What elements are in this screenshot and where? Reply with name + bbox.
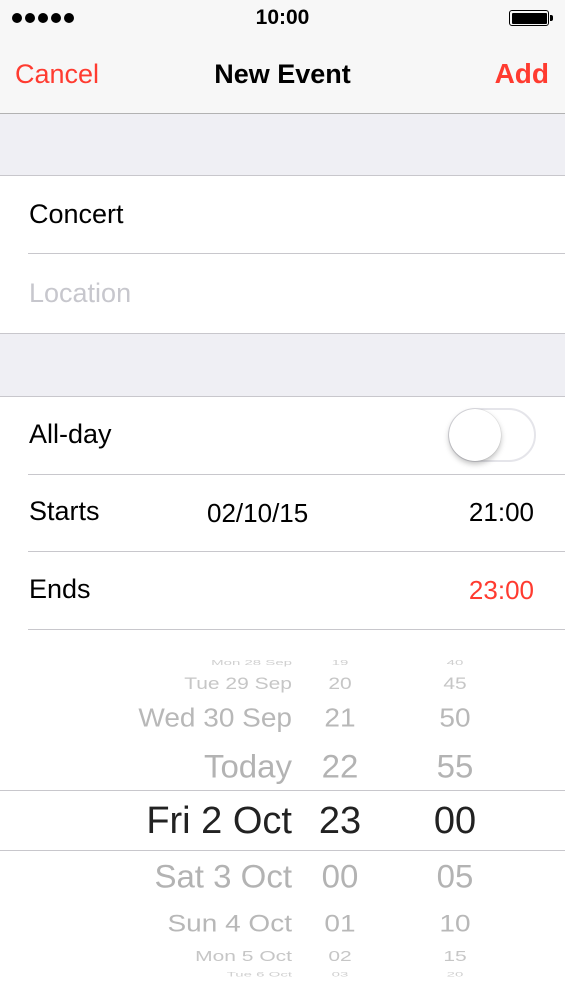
picker-date-option[interactable]: Mon 5 Oct <box>195 949 292 966</box>
picker-minute-selected[interactable]: 00 <box>405 800 505 843</box>
picker-hour-option[interactable]: 19 <box>300 658 380 667</box>
picker-date-option[interactable]: Wed 30 Sep <box>138 703 292 732</box>
status-bar: 10:00 <box>0 0 565 36</box>
picker-date-option[interactable]: Tue 29 Sep <box>184 674 292 693</box>
picker-hour-option[interactable]: 22 <box>300 749 380 786</box>
ends-label: Ends <box>29 574 91 604</box>
picker-date-option[interactable]: Mon 28 Sep <box>211 658 292 667</box>
picker-hour-option[interactable]: 00 <box>300 859 380 896</box>
picker-hour-column[interactable]: 19 20 21 22 23 00 01 02 03 <box>300 648 380 978</box>
picker-minute-option[interactable]: 50 <box>405 703 505 732</box>
picker-hour-option[interactable]: 21 <box>300 703 380 732</box>
cancel-button[interactable]: Cancel <box>15 59 99 90</box>
picker-hour-option[interactable]: 03 <box>300 971 380 978</box>
row-separator <box>28 629 565 630</box>
picker-date-column[interactable]: Mon 28 Sep Tue 29 Sep Wed 30 Sep Today F… <box>30 648 292 978</box>
all-day-label: All-day <box>29 419 112 449</box>
picker-hour-option[interactable]: 20 <box>300 674 380 693</box>
picker-minute-option[interactable]: 55 <box>405 749 505 786</box>
title-row[interactable] <box>0 176 565 254</box>
picker-date-selected[interactable]: Fri 2 Oct <box>146 800 292 843</box>
date-time-picker[interactable]: Mon 28 Sep Tue 29 Sep Wed 30 Sep Today F… <box>0 648 565 978</box>
picker-date-option[interactable]: Tue 6 Oct <box>227 971 292 978</box>
navigation-bar: Cancel New Event Add <box>0 36 565 114</box>
status-time: 10:00 <box>255 6 310 29</box>
starts-label: Starts <box>29 496 100 526</box>
location-row[interactable] <box>0 255 565 333</box>
all-day-toggle[interactable] <box>448 408 536 462</box>
toggle-knob <box>449 409 501 461</box>
battery-icon <box>509 10 553 26</box>
picker-hour-option[interactable]: 02 <box>300 949 380 966</box>
picker-minute-option[interactable]: 15 <box>405 949 505 966</box>
picker-minute-option[interactable]: 10 <box>405 910 505 937</box>
event-title-input[interactable] <box>29 194 529 234</box>
starts-time: 21:00 <box>468 497 534 527</box>
picker-date-option[interactable]: Sun 4 Oct <box>167 910 292 937</box>
picker-minute-option[interactable]: 45 <box>405 674 505 693</box>
picker-date-option[interactable]: Sat 3 Oct <box>154 859 292 896</box>
picker-hour-option[interactable]: 01 <box>300 910 380 937</box>
picker-date-option[interactable]: Today <box>204 749 292 786</box>
picker-hour-selected[interactable]: 23 <box>300 800 380 843</box>
ends-time: 23:00 <box>468 575 534 605</box>
starts-row[interactable]: Starts 02/10/15 21:00 <box>0 474 565 552</box>
title-location-group <box>0 175 565 334</box>
picker-selection-line-top <box>0 790 565 791</box>
starts-date: 02/10/15 <box>207 498 309 528</box>
picker-selection-line-bottom <box>0 850 565 851</box>
ends-row[interactable]: Ends 23:00 <box>0 552 565 630</box>
picker-minute-option[interactable]: 20 <box>405 971 505 978</box>
row-separator <box>28 253 565 254</box>
location-input[interactable] <box>29 273 529 313</box>
picker-minute-column[interactable]: 40 45 50 55 00 05 10 15 20 <box>405 648 505 978</box>
all-day-row: All-day <box>0 397 565 475</box>
picker-minute-option[interactable]: 05 <box>405 859 505 896</box>
add-button[interactable]: Add <box>495 58 549 90</box>
picker-minute-option[interactable]: 40 <box>405 658 505 667</box>
